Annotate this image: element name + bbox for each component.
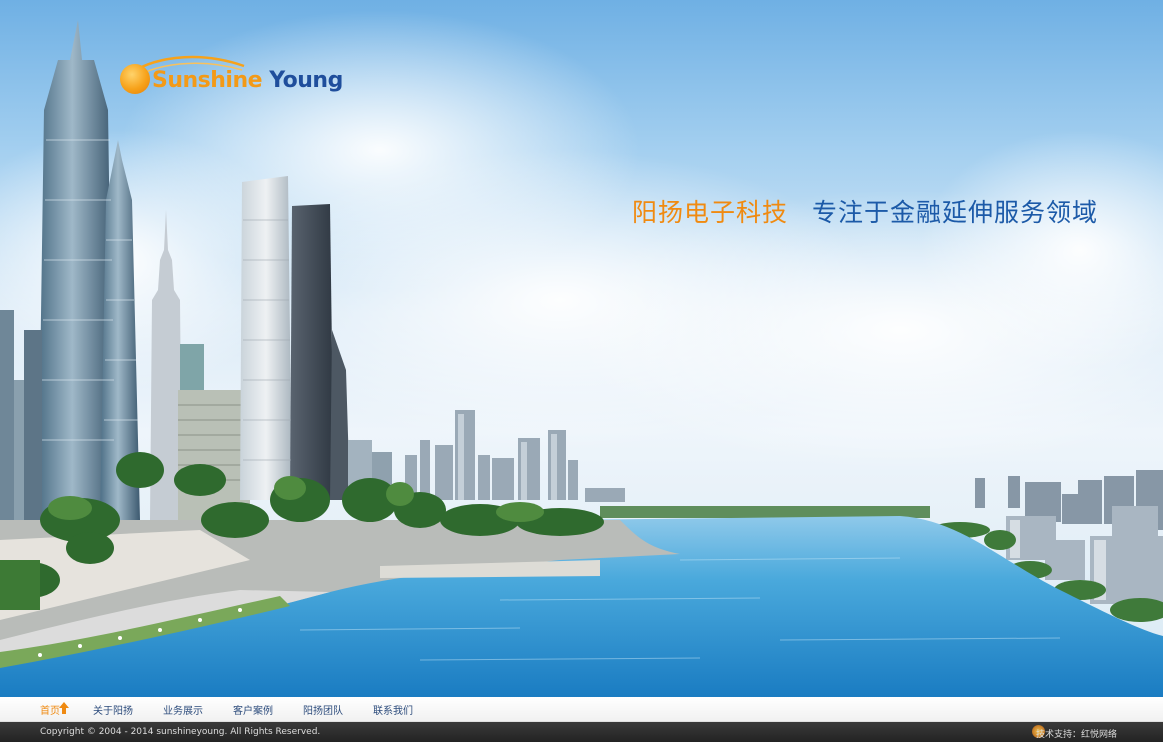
footer-bar: Copyright © 2004 - 2014 sunshineyoung. A… <box>0 722 1163 742</box>
city-skyline-illustration <box>0 10 1163 697</box>
slogan-company-name: 阳扬电子科技 <box>632 198 789 227</box>
slogan-tagline: 专注于金融延伸服务领域 <box>812 198 1099 227</box>
nav-item-team[interactable]: 阳扬团队 <box>303 702 343 717</box>
logo-sun-icon <box>120 64 150 94</box>
hero-slogan: 阳扬电子科技 专注于金融延伸服务领域 <box>632 196 1098 230</box>
tech-support-link[interactable]: 技术支持：红悦网络 <box>1036 727 1117 740</box>
nav-item-cases[interactable]: 客户案例 <box>233 702 273 717</box>
hero-banner: Sunshine Young 阳扬电子科技 专注于金融延伸服务领域 <box>0 0 1163 697</box>
sunshine-young-logo[interactable]: Sunshine Young <box>118 50 368 102</box>
nav-item-about[interactable]: 关于阳扬 <box>93 702 133 717</box>
main-nav: 首页 关于阳扬 业务展示 客户案例 阳扬团队 联系我们 <box>0 697 1163 722</box>
nav-item-contact[interactable]: 联系我们 <box>373 702 413 717</box>
logo-word-sunshine: Sunshine <box>152 68 263 93</box>
logo-word-young: Young <box>269 68 343 93</box>
arrow-up-icon <box>59 702 69 714</box>
nav-item-business[interactable]: 业务展示 <box>163 702 203 717</box>
nav-item-home[interactable]: 首页 <box>40 702 60 717</box>
copyright-text: Copyright © 2004 - 2014 sunshineyoung. A… <box>40 727 321 737</box>
